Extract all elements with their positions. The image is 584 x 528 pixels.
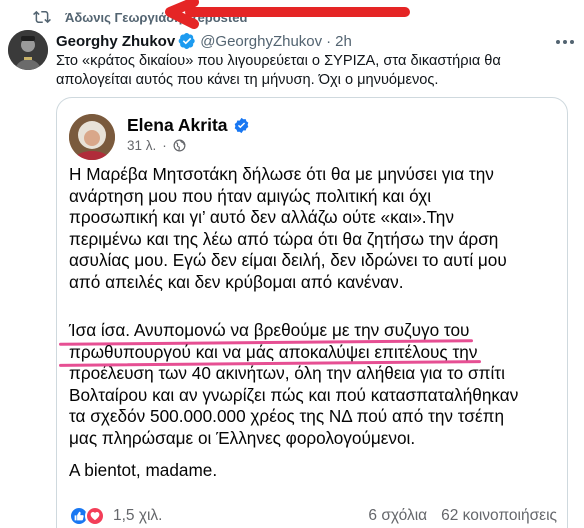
reactions-count: 1,5 χιλ. <box>113 507 163 524</box>
fb-post-stats: 6 σχόλια 62 κοινοποιήσεις <box>368 507 557 525</box>
tweet-time[interactable]: 2h <box>335 33 352 50</box>
tweet-header: Georghy Zhukov @GeorghyZhukov · 2h <box>56 32 352 50</box>
text-line: προέλευση των 40 ακινήτων, όλη την αλήθε… <box>69 363 505 384</box>
fb-paragraph-2: Ίσα ίσα. Ανυπομονώ να βρεθούμε με την συ… <box>58 320 519 450</box>
fb-author-row: Elena Akrita <box>127 115 250 136</box>
author-avatar[interactable] <box>8 30 48 70</box>
tweet-text: Στο «κράτος δικαίου» που λιγουρεύεται ο … <box>56 53 501 88</box>
text-line: προσωπική και γι’ αυτό δεν αλλάζω ούτε «… <box>69 207 454 228</box>
text-line: ανάρτηση μου που ήταν αμιγώς πολιτική κα… <box>69 185 432 206</box>
text-line: A bientot, madame. <box>69 460 218 480</box>
highlighted-text-line: Ίσα ίσα. Ανυπομονώ να βρεθούμε με την συ… <box>69 320 470 340</box>
verified-badge-icon <box>178 32 195 50</box>
fb-post-time: 31 λ. <box>127 138 157 153</box>
fb-paragraph-3: A bientot, madame. <box>69 460 217 482</box>
fb-verified-icon <box>234 117 248 134</box>
comments-count: 6 σχόλια <box>368 507 428 524</box>
text-line: Η Μαρέβα Μητσοτάκη δήλωσε ότι θα με μηνύ… <box>69 164 494 184</box>
fb-paragraph-1: Η Μαρέβα Μητσοτάκη δήλωσε ότι θα με μηνύ… <box>69 164 507 294</box>
highlighted-text-line: πρωθυπουργού και να μάς αποκαλύψει επιτέ… <box>69 341 478 362</box>
fb-post-meta: 31 λ. · <box>127 138 186 153</box>
text-line: Βολταίρου και αν γνωρίζει πώς και πού κα… <box>69 384 519 405</box>
author-handle[interactable]: @GeorghyZhukov <box>200 33 322 50</box>
separator-dot: · <box>326 32 332 50</box>
love-reaction-icon <box>85 506 105 526</box>
author-name[interactable]: Georghy Zhukov <box>56 33 175 50</box>
text-line: μας πληρώσαμε οι Έλληνες φορολογούμενοι. <box>69 427 416 448</box>
globe-icon <box>173 139 186 152</box>
text-line: περιμένω και της λέω από τώρα ότι θα ζητ… <box>69 228 499 249</box>
more-options-icon[interactable] <box>556 34 574 50</box>
fb-reactions: 1,5 χιλ. <box>69 506 163 526</box>
fb-separator-dot: · <box>162 138 167 153</box>
text-line: από απειλές και δεν κρύβομαι από κανέναν… <box>69 271 404 292</box>
text-line: ασυλίας μου. Εγώ δεν είμαι δειλή, δεν ιδ… <box>69 250 507 271</box>
text-line: τα σχεδόν 500.000.000 χρέος της ΝΔ πού α… <box>69 406 505 427</box>
red-arrow-annotation <box>165 0 410 29</box>
media-card[interactable]: Elena Akrita 31 λ. · Η Μαρέβα Μητσοτάκη … <box>56 97 568 528</box>
shares-count: 62 κοινοποιήσεις <box>441 507 557 524</box>
fb-author-name: Elena Akrita <box>127 115 228 135</box>
repost-icon <box>33 10 51 24</box>
fb-author-avatar <box>69 114 115 160</box>
